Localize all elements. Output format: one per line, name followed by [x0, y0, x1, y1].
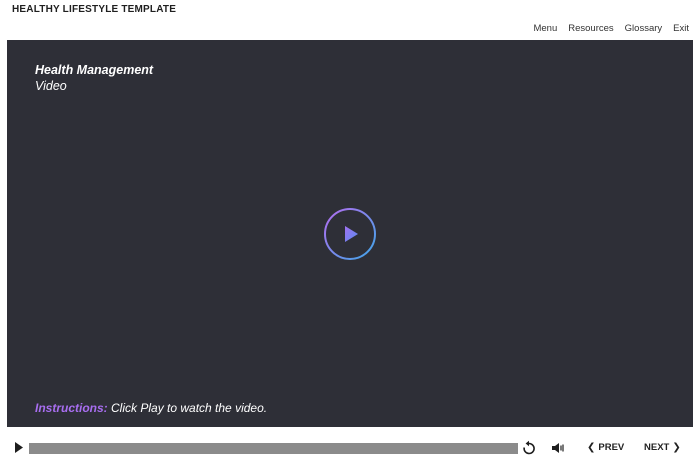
menu-link[interactable]: Menu — [533, 23, 557, 34]
seek-bar[interactable] — [29, 443, 518, 454]
play-video-button[interactable] — [323, 207, 377, 261]
volume-button[interactable] — [551, 441, 565, 455]
slide-title: Health Management — [35, 63, 154, 77]
prev-button[interactable]: ❮ PREV — [587, 442, 624, 453]
volume-icon — [552, 443, 564, 453]
player-controls: ❮ PREV NEXT ❯ — [0, 436, 700, 460]
resources-link[interactable]: Resources — [568, 23, 613, 34]
slide-heading: Health Management Video — [35, 62, 153, 94]
video-stage: Health Management Video Instructions: Cl… — [7, 40, 693, 427]
exit-link[interactable]: Exit — [673, 23, 689, 34]
play-button[interactable] — [13, 441, 25, 454]
next-label: NEXT — [644, 442, 670, 453]
slide-subtitle: Video — [35, 79, 67, 93]
play-circle-icon — [324, 208, 376, 260]
replay-button[interactable] — [522, 440, 536, 456]
seek-bar-fill — [29, 443, 518, 454]
instructions-text: Click Play to watch the video. — [111, 401, 268, 415]
chevron-left-icon: ❮ — [587, 441, 596, 453]
course-title: HEALTHY LIFESTYLE TEMPLATE — [12, 4, 177, 15]
instructions-label: Instructions: — [35, 401, 108, 415]
course-player: HEALTHY LIFESTYLE TEMPLATE Menu Resource… — [0, 0, 700, 470]
prev-label: PREV — [598, 442, 625, 453]
next-button[interactable]: NEXT ❯ — [644, 442, 681, 453]
instructions: Instructions: Click Play to watch the vi… — [35, 401, 267, 415]
chevron-right-icon: ❯ — [672, 441, 681, 453]
replay-icon — [523, 440, 535, 455]
top-navigation: Menu Resources Glossary Exit — [533, 23, 689, 34]
glossary-link[interactable]: Glossary — [625, 23, 662, 34]
play-icon — [15, 442, 23, 453]
